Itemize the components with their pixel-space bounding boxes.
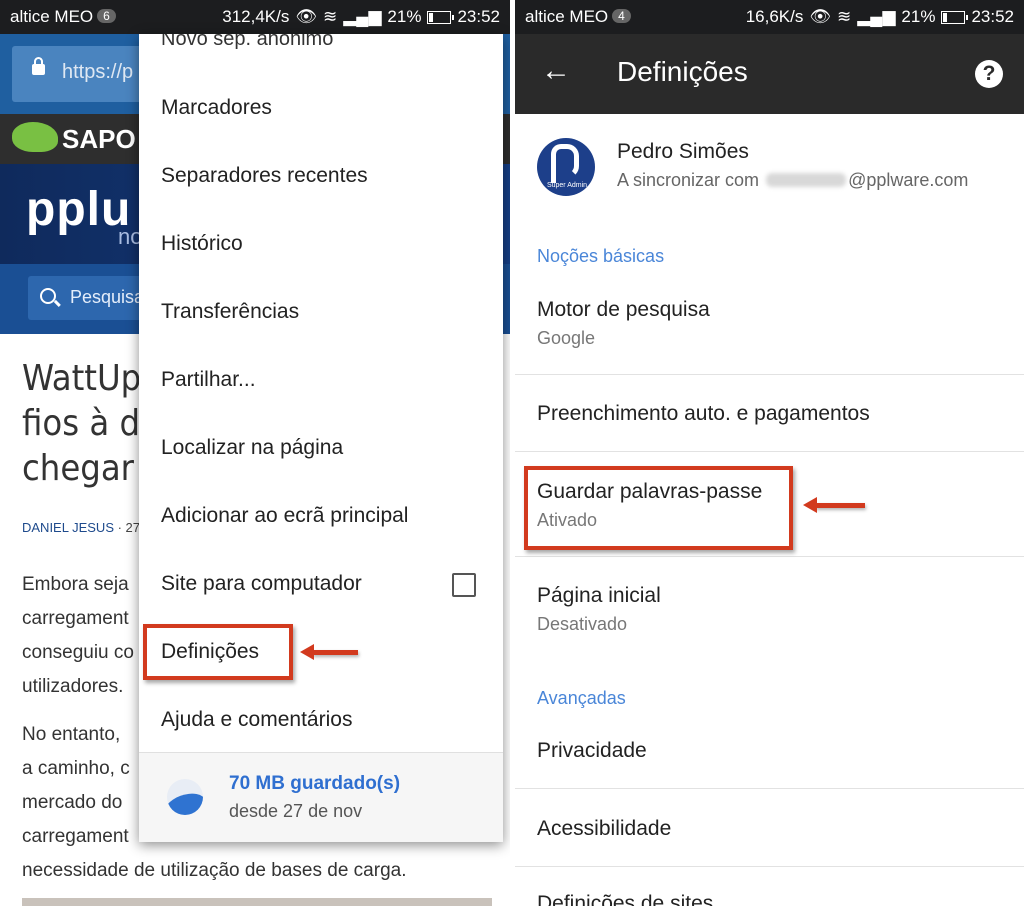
divider bbox=[515, 451, 1024, 452]
setting-autofill[interactable]: Preenchimento auto. e pagamentos bbox=[537, 402, 870, 426]
menu-item-help[interactable]: Ajuda e comentários bbox=[161, 700, 352, 740]
desktop-site-checkbox[interactable] bbox=[452, 573, 476, 597]
setting-accessibility[interactable]: Acessibilidade bbox=[537, 817, 671, 841]
back-arrow-icon[interactable]: ← bbox=[541, 56, 571, 86]
battery-percent: 21% bbox=[901, 7, 936, 26]
status-bar: altice MEO 4 16,6K/s 👁 ≋ ▂▄▆ 21% 23:52 bbox=[515, 0, 1024, 34]
battery-percent: 21% bbox=[387, 7, 422, 26]
section-advanced: Avançadas bbox=[537, 688, 626, 708]
signal-icon: ▂▄▆ bbox=[857, 7, 896, 26]
setting-homepage[interactable]: Página inicial bbox=[537, 584, 661, 608]
divider bbox=[515, 866, 1024, 867]
help-icon[interactable]: ? bbox=[975, 60, 1003, 88]
page-title: Definições bbox=[617, 56, 748, 87]
menu-item-downloads[interactable]: Transferências bbox=[161, 292, 299, 332]
notification-badge: 4 bbox=[612, 9, 631, 23]
setting-site-settings[interactable]: Definições de sites bbox=[537, 892, 713, 906]
divider bbox=[515, 374, 1024, 375]
author-link[interactable]: DANIEL JESUS bbox=[22, 520, 114, 535]
account-name[interactable]: Pedro Simões bbox=[617, 140, 749, 164]
left-screenshot: altice MEO 6 312,4K/s 👁 ≋ ▂▄▆ 21% 23:52 h… bbox=[0, 0, 510, 906]
account-sync-status: A sincronizar com @pplware.com bbox=[617, 170, 969, 190]
section-basic: Noções básicas bbox=[537, 246, 665, 266]
arrow-annotation bbox=[803, 497, 865, 513]
setting-homepage-value: Desativado bbox=[537, 614, 628, 634]
lock-icon bbox=[32, 57, 45, 75]
right-screenshot: altice MEO 4 16,6K/s 👁 ≋ ▂▄▆ 21% 23:52 ← … bbox=[515, 0, 1024, 906]
avatar-caption: Super Admin bbox=[546, 182, 588, 189]
menu-item-add-to-home[interactable]: Adicionar ao ecrã principal bbox=[161, 496, 408, 536]
divider bbox=[515, 788, 1024, 789]
clock: 23:52 bbox=[971, 7, 1014, 26]
setting-privacy[interactable]: Privacidade bbox=[537, 739, 647, 763]
sapo-frog-logo bbox=[12, 122, 58, 152]
avatar-logo bbox=[551, 144, 579, 183]
settings-highlight-box bbox=[143, 624, 293, 680]
avatar[interactable]: Super Admin bbox=[537, 138, 595, 196]
url-text: https://p bbox=[62, 61, 134, 83]
search-icon bbox=[40, 288, 56, 304]
carrier-name: altice MEO bbox=[525, 7, 609, 26]
passwords-highlight-box bbox=[524, 466, 793, 550]
carrier-name: altice MEO bbox=[10, 7, 94, 26]
data-saved-since: desde 27 de nov bbox=[229, 801, 363, 821]
menu-item-find-in-page[interactable]: Localizar na página bbox=[161, 428, 343, 468]
data-saved-amount: 70 MB guardado(s) bbox=[229, 773, 401, 794]
battery-icon bbox=[941, 10, 969, 24]
sapo-label: SAPO bbox=[62, 124, 136, 154]
site-logo[interactable]: pplu bbox=[26, 182, 131, 237]
wifi-icon: ≋ bbox=[836, 7, 852, 26]
article-image bbox=[22, 898, 492, 906]
status-bar: altice MEO 6 312,4K/s 👁 ≋ ▂▄▆ 21% 23:52 bbox=[0, 0, 510, 34]
menu-item-history[interactable]: Histórico bbox=[161, 224, 243, 264]
notification-badge: 6 bbox=[97, 9, 116, 23]
browser-overflow-menu: Novo sep. anónimo Marcadores Separadores… bbox=[139, 34, 503, 842]
menu-item-desktop-site[interactable]: Site para computador bbox=[161, 564, 362, 604]
arrow-annotation bbox=[300, 644, 358, 660]
data-saver-summary[interactable]: 70 MB guardado(s) desde 27 de nov bbox=[139, 752, 503, 842]
battery-icon bbox=[427, 10, 455, 24]
eye-icon: 👁 bbox=[295, 7, 317, 26]
eye-icon: 👁 bbox=[809, 7, 831, 26]
menu-item-share[interactable]: Partilhar... bbox=[161, 360, 256, 400]
data-saver-icon bbox=[167, 779, 203, 815]
blurred-email bbox=[766, 173, 847, 187]
clock: 23:52 bbox=[457, 7, 500, 26]
setting-search-engine[interactable]: Motor de pesquisa bbox=[537, 298, 710, 322]
signal-icon: ▂▄▆ bbox=[343, 7, 382, 26]
search-placeholder: Pesquisa bbox=[70, 287, 145, 307]
setting-search-engine-value: Google bbox=[537, 328, 596, 348]
menu-item-new-incognito-tab[interactable]: Novo sep. anónimo bbox=[161, 34, 333, 51]
divider bbox=[515, 556, 1024, 557]
wifi-icon: ≋ bbox=[322, 7, 338, 26]
menu-item-bookmarks[interactable]: Marcadores bbox=[161, 88, 272, 128]
network-speed: 312,4K/s bbox=[222, 7, 290, 26]
settings-app-bar: ← Definições ? bbox=[515, 34, 1024, 114]
menu-item-recent-tabs[interactable]: Separadores recentes bbox=[161, 156, 368, 196]
network-speed: 16,6K/s bbox=[745, 7, 804, 26]
